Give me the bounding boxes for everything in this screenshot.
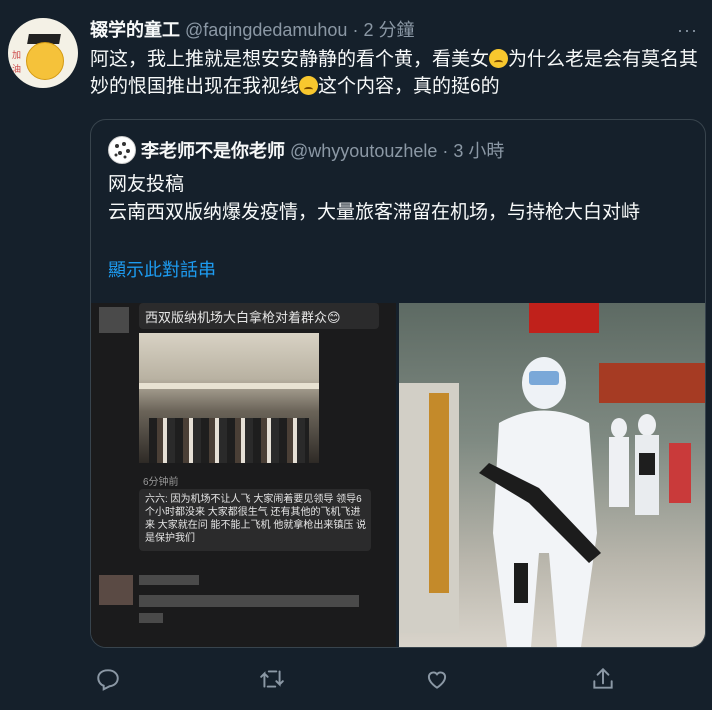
more-options-icon[interactable]: ··· (677, 20, 698, 41)
like-button[interactable] (419, 661, 455, 697)
blurred-text (139, 613, 163, 623)
tweet-header: 辍学的童工 @faqingdedamuhou · 2 分鐘 (90, 16, 414, 42)
show-thread-link[interactable]: 顯示此對話串 (108, 256, 216, 282)
tweet-actions (90, 661, 710, 697)
smiley-face-icon (26, 42, 64, 80)
separator: · (352, 20, 359, 40)
timestamp[interactable]: 2 分鐘 (363, 20, 414, 40)
reply-icon (97, 669, 119, 691)
tweet-text-part3: 这个内容，真的挺6的 (318, 76, 500, 97)
blurred-text (139, 575, 199, 585)
display-name[interactable]: 辍学的童工 (90, 20, 180, 40)
separator: · (442, 141, 449, 161)
media-image-chat-screenshot[interactable]: 西双版纳机场大白拿枪对着群众😊 6分钟前 六六: 因为机场不让人飞 大家闹着要见… (91, 303, 396, 647)
reply-button[interactable] (90, 661, 126, 697)
orange-pillar (429, 393, 449, 593)
blurred-text (139, 595, 359, 607)
quoted-display-name[interactable]: 李老师不是你老师 (141, 141, 285, 161)
media-image-hazmat-guard[interactable] (399, 303, 705, 647)
quoted-avatar[interactable] (108, 136, 136, 164)
other-hazmat-workers (599, 413, 699, 533)
quoted-handle[interactable]: @whyyoutouzhele (290, 141, 437, 161)
quoted-line1: 网友投稿 (108, 174, 185, 195)
avatar[interactable]: 加 油 (8, 18, 78, 88)
upside-down-face-icon (489, 49, 509, 68)
chat-caption: 西双版纳机场大白拿枪对着群众😊 (145, 310, 341, 325)
quoted-line2: 云南西双版纳爆发疫情，大量旅客滞留在机场，与持枪大白对峙 (108, 202, 641, 223)
red-sign (529, 303, 599, 333)
chat-timestamp: 6分钟前 (143, 477, 179, 488)
tweet-text-part1: 阿这，我上推就是想安安静静的看个黄，看美女 (90, 49, 490, 70)
user-handle[interactable]: @faqingdedamuhou (185, 20, 347, 40)
airport-crowd-photo (139, 333, 319, 463)
chat-comment-bubble: 六六: 因为机场不让人飞 大家闹着要见领导 领导6个小时都没来 大家都很生气 还… (139, 489, 371, 551)
share-icon (593, 667, 613, 689)
blurred-avatar (99, 307, 129, 333)
upside-down-face-icon (299, 76, 319, 95)
quoted-tweet[interactable]: 李老师不是你老师 @whyyoutouzhele · 3 小時 网友投稿 云南西… (90, 119, 706, 648)
share-button[interactable] (585, 661, 621, 697)
quoted-header: 李老师不是你老师 @whyyoutouzhele · 3 小時 (141, 137, 504, 163)
tweet-card[interactable]: 加 油 辍学的童工 @faqingdedamuhou · 2 分鐘 ··· 阿这… (0, 0, 712, 710)
chat-caption-bubble: 西双版纳机场大白拿枪对着群众😊 (139, 303, 379, 329)
quoted-text: 网友投稿 云南西双版纳爆发疫情，大量旅客滞留在机场，与持枪大白对峙 (108, 171, 693, 227)
retweet-button[interactable] (254, 661, 290, 697)
like-icon (427, 671, 447, 689)
chat-comment: 六六: 因为机场不让人飞 大家闹着要见领导 领导6个小时都没来 大家都很生气 还… (145, 494, 367, 544)
quoted-timestamp[interactable]: 3 小時 (453, 141, 504, 161)
guard-figure (469, 353, 619, 647)
retweet-icon (260, 670, 284, 688)
blurred-avatar (99, 575, 133, 605)
tweet-text: 阿这，我上推就是想安安静静的看个黄，看美女 为什么老是会有莫名其妙的恨国推出现在我… (90, 46, 700, 100)
